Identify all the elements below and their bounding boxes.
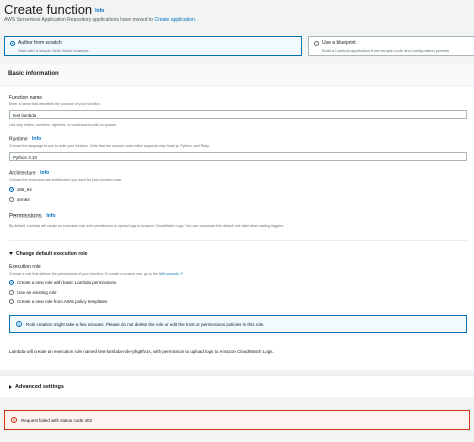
function-name-label: Function name	[9, 95, 43, 101]
role-option-new-basic[interactable]: Create a new role with basic Lambda perm…	[9, 280, 116, 285]
error-alert: ! Request failed with status code 403	[4, 410, 470, 430]
exec-role-hint-prefix: Choose a role that defines the permissio…	[9, 272, 158, 276]
exec-role-toggle[interactable]: Change default execution role	[9, 251, 87, 257]
permissions-hint: By default, Lambda will create an execut…	[9, 224, 285, 228]
author-from-scratch-tile[interactable]: Author from scratch Start with a simple …	[4, 36, 302, 56]
arch-option-x86[interactable]: x86_64	[9, 187, 32, 192]
use-blueprint-radio[interactable]	[314, 40, 319, 46]
architecture-hint: Choose the instruction set architecture …	[9, 178, 123, 182]
author-from-scratch-desc: Start with a simple Hello World example.	[18, 48, 90, 53]
role-new-basic-label: Create a new role with basic Lambda perm…	[17, 280, 117, 285]
notice-prefix: AWS Serverless Application Repository ap…	[4, 17, 154, 23]
basic-info-heading: Basic information	[8, 71, 59, 77]
function-name-constraint: Use only letters, numbers, hyphens, or u…	[9, 123, 118, 127]
architecture-info-link[interactable]: Info	[40, 170, 49, 176]
role-policy-templates-radio[interactable]	[9, 299, 14, 304]
advanced-settings-toggle[interactable]: Advanced settings	[9, 384, 64, 390]
permissions-info-link[interactable]: Info	[46, 213, 55, 219]
error-icon: !	[11, 417, 17, 423]
role-info-text: Role creation might take a few minutes. …	[26, 321, 265, 327]
exec-role-toggle-label: Change default execution role	[16, 251, 88, 257]
runtime-label: Runtime Info	[9, 136, 41, 142]
permissions-label: Permissions Info	[9, 213, 56, 220]
role-option-existing[interactable]: Use an existing role	[9, 290, 57, 295]
role-policy-templates-label: Create a new role from AWS policy templa…	[17, 299, 108, 304]
arch-arm64-radio[interactable]	[9, 197, 14, 202]
info-icon: i	[16, 321, 22, 327]
arch-x86-label: x86_64	[17, 187, 32, 192]
error-message: Request failed with status code 403	[21, 417, 93, 423]
role-new-basic-radio[interactable]	[9, 280, 14, 285]
use-blueprint-desc: Build a Lambda application from sample c…	[322, 48, 449, 53]
architecture-label: Architecture Info	[9, 170, 49, 176]
section-divider	[9, 240, 467, 241]
arch-option-arm64[interactable]: arm64	[9, 197, 30, 202]
role-existing-radio[interactable]	[9, 290, 14, 295]
architecture-label-text: Architecture	[9, 170, 36, 177]
runtime-hint: Choose the language to use to write your…	[9, 144, 210, 148]
function-name-hint: Enter a name that describes the purpose …	[9, 102, 101, 106]
use-blueprint-tile[interactable]: Use a blueprint Build a Lambda applicati…	[308, 36, 474, 56]
role-info-alert: i Role creation might take a few minutes…	[9, 315, 467, 333]
function-name-input[interactable]: test lambda	[9, 110, 467, 119]
notice-text: AWS Serverless Application Repository ap…	[4, 17, 196, 23]
exec-role-hint: Choose a role that defines the permissio…	[9, 271, 183, 276]
advanced-settings-panel[interactable]	[0, 375, 474, 397]
permissions-label-text: Permissions	[9, 213, 42, 220]
arch-arm64-label: arm64	[17, 197, 30, 202]
info-link[interactable]: Info	[95, 8, 104, 14]
role-footnote: Lambda will create an execution role nam…	[9, 349, 274, 354]
page-title: Create function Info	[4, 2, 104, 17]
runtime-info-link[interactable]: Info	[32, 136, 41, 142]
runtime-label-text: Runtime	[9, 136, 28, 143]
author-from-scratch-title: Author from scratch	[18, 40, 62, 46]
advanced-settings-label: Advanced settings	[15, 384, 64, 390]
use-blueprint-title: Use a blueprint	[322, 40, 356, 46]
caret-down-icon	[9, 252, 13, 256]
author-from-scratch-radio[interactable]	[10, 40, 15, 46]
role-existing-label: Use an existing role	[17, 290, 57, 295]
caret-right-icon	[9, 384, 12, 389]
exec-role-label: Execution role	[9, 264, 41, 270]
basic-info-header: Basic information	[0, 64, 474, 86]
external-link-icon: ↗	[179, 271, 184, 276]
role-option-policy-templates[interactable]: Create a new role from AWS policy templa…	[9, 299, 107, 304]
page-title-text: Create function	[4, 2, 93, 17]
runtime-select[interactable]: Python 3.10	[9, 152, 467, 161]
iam-console-link[interactable]: IAM console	[159, 272, 179, 276]
arch-x86-radio[interactable]	[9, 187, 14, 192]
create-application-link[interactable]: Create application.	[154, 17, 196, 23]
